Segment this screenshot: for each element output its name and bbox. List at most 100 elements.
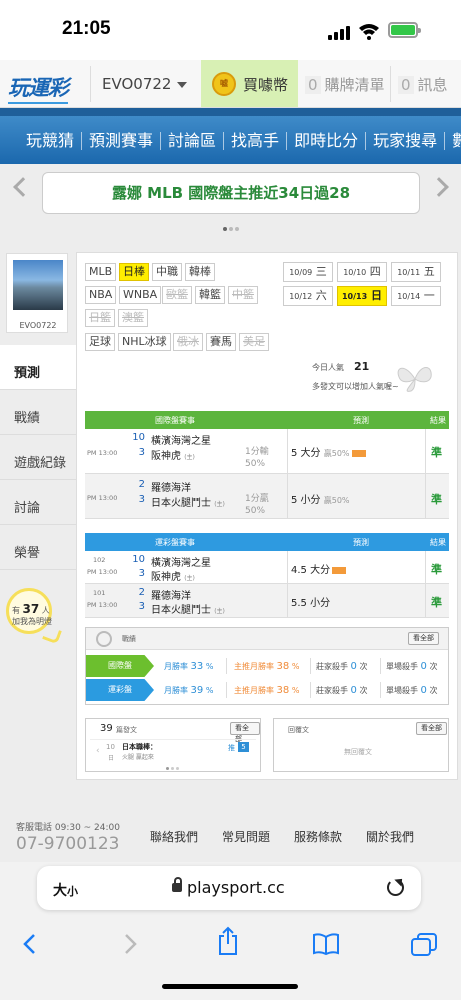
post-title: 日本職棒： [122,743,157,751]
side-tab-game-log[interactable]: 遊戲紀錄 [0,435,76,480]
messages-link[interactable]: 0 訊息 [398,74,448,95]
popularity: 今日人氣 21 [312,360,369,373]
push-count: 5 [238,742,249,752]
bookmarks-icon[interactable] [312,932,340,956]
site-logo[interactable]: 玩運彩 [8,72,69,104]
user-menu[interactable]: EVO0722 [102,75,188,93]
tabs-icon[interactable] [410,932,438,956]
table-header: 運彩盤賽事 預測 結果 [85,533,449,551]
prediction-pick: 4.5 大分 [291,561,347,576]
profile-name: EVO0722 [19,321,57,330]
footer-link-contact[interactable]: 聯絡我們 [150,830,198,844]
date-tab[interactable]: 10/09 三 [283,262,333,282]
replies-box: 回覆文 看全部 無回覆文 [273,718,449,772]
sport-tab-kr-bb[interactable]: 韓籃 [195,286,225,304]
posts-box: 39 篇發文 看全部 ‹ 10 日 日本職棒： 火腿 贏起來 推 5 [85,718,261,772]
bookie-killer: 莊家殺手 0 次 [316,685,367,696]
nav-item-predict[interactable]: 預測賽事 [82,132,162,150]
posts-count: 39 [100,723,113,734]
away-team: 橫濱海灣之星 [151,558,211,569]
reload-icon[interactable] [387,879,404,896]
nav-item-player-search[interactable]: 玩家搜尋 [366,132,446,150]
message-count: 0 [398,76,414,94]
pct-sign: % [291,662,300,671]
home-number: 3 [138,494,145,505]
home-marker: (主) [184,575,195,582]
replies-view-all-button[interactable]: 看全部 [416,722,447,735]
nav-item-experts[interactable]: 找高手 [224,132,288,150]
main-nav: 玩競猜預測賽事討論區找高手即時比分玩家搜尋數據 [0,108,461,164]
sport-tab-cpbl[interactable]: 中職 [152,263,182,281]
date-weekday: 五 [423,265,435,278]
footer-link-terms[interactable]: 服務條款 [294,830,342,844]
sport-tab-mlb[interactable]: MLB [85,263,117,281]
popularity-note: 多發文可以增加人氣喔~ [312,382,399,391]
unit: 次 [359,662,368,671]
sport-tab-kbo[interactable]: 韓棒 [185,263,215,281]
home-indicator [162,984,298,989]
posts-view-all-button[interactable]: 看全部 [230,722,260,743]
service-phone[interactable]: 07-9700123 [16,834,119,854]
side-tab-discussion[interactable]: 討論 [0,480,76,525]
away-team: 橫濱海灣之星 [151,436,211,447]
sport-tab-nba[interactable]: NBA [85,286,117,304]
sport-tab-npb[interactable]: 日棒 [119,263,149,281]
date-tab[interactable]: 10/12 六 [283,286,333,306]
chevron-left-icon[interactable]: ‹ [96,746,100,756]
buy-coin-button[interactable]: 噓 買噱幣 [201,60,298,107]
nav-item-data[interactable]: 數據 [445,132,461,150]
sport-tab-nhl[interactable]: NHL冰球 [118,333,171,351]
bookie-killer: 莊家殺手 0 次 [316,661,367,672]
footer-link-about[interactable]: 關於我們 [366,830,414,844]
date-value: 10/13 [341,292,368,301]
nav-item-forum[interactable]: 討論區 [161,132,225,150]
pct-sign: % [205,662,214,671]
fan-lightbulb[interactable]: 有 37 人 加我為明燈 [6,588,68,648]
date-tab[interactable]: 10/11 五 [391,262,441,282]
game-code: 102 [93,556,106,564]
chevron-left-icon[interactable] [13,177,33,197]
profile-card[interactable]: EVO0722 [6,253,68,333]
nav-item-guess[interactable]: 玩競猜 [0,132,83,150]
chevron-right-icon[interactable] [429,177,449,197]
back-icon[interactable] [22,932,38,956]
profile-side-nav: 預測 戰績 遊戲紀錄 討論 榮譽 [0,345,76,570]
side-tab-predict[interactable]: 預測 [0,345,76,390]
nav-item-live-score[interactable]: 即時比分 [287,132,367,150]
pick-value: 4.5 大分 [291,565,331,576]
purchase-list-link[interactable]: 0 購牌清單 [305,74,385,95]
record-label: 運彩盤 [86,679,154,701]
sport-tab-horse[interactable]: 賽馬 [206,333,236,351]
home-marker: (主) [214,501,225,508]
main-win-rate: 主推月勝率 38 % [234,685,299,696]
sport-tab-cn-bb: 中籃 [228,286,258,304]
result-label: 準 [431,563,442,576]
streak-value: 0 [350,685,357,696]
result-label: 準 [431,446,442,459]
date-tab[interactable]: 10/10 四 [337,262,387,282]
sport-tab-soccer[interactable]: 足球 [85,333,115,351]
home-marker: (主) [214,608,225,615]
post-subtitle: 火腿 贏起來 [122,754,154,761]
address-bar[interactable]: 大小 playsport.cc [37,866,421,910]
side-tab-record[interactable]: 戰績 [0,390,76,435]
month-label: 月勝率 [164,686,188,695]
date-tab[interactable]: 10/14 一 [391,286,441,306]
posts-pager-dots [165,767,180,770]
record-view-all-button[interactable]: 看全部 [408,632,439,645]
lock-icon [172,877,182,892]
text-size-button[interactable]: 大小 [53,880,78,900]
date-value: 10/12 [289,292,313,301]
date-tab-selected[interactable]: 10/13 日 [337,286,387,306]
post-item[interactable]: ‹ 10 日 日本職棒： 火腿 贏起來 推 5 [90,739,256,763]
footer-link-faq[interactable]: 常見問題 [222,830,270,844]
home-team: 阪神虎 (主) [151,568,195,583]
handicap-pct: 50% [245,459,266,469]
banner-message[interactable]: 露娜 MLB 國際盤主推近34日過28 [42,172,420,214]
share-icon[interactable] [216,926,240,956]
side-tab-honor[interactable]: 榮譽 [0,525,76,570]
away-team: 羅德海洋 [151,591,191,602]
wifi-icon [359,24,379,40]
sport-tab-wnba[interactable]: WNBA [119,286,162,304]
away-number: 10 [132,554,145,565]
